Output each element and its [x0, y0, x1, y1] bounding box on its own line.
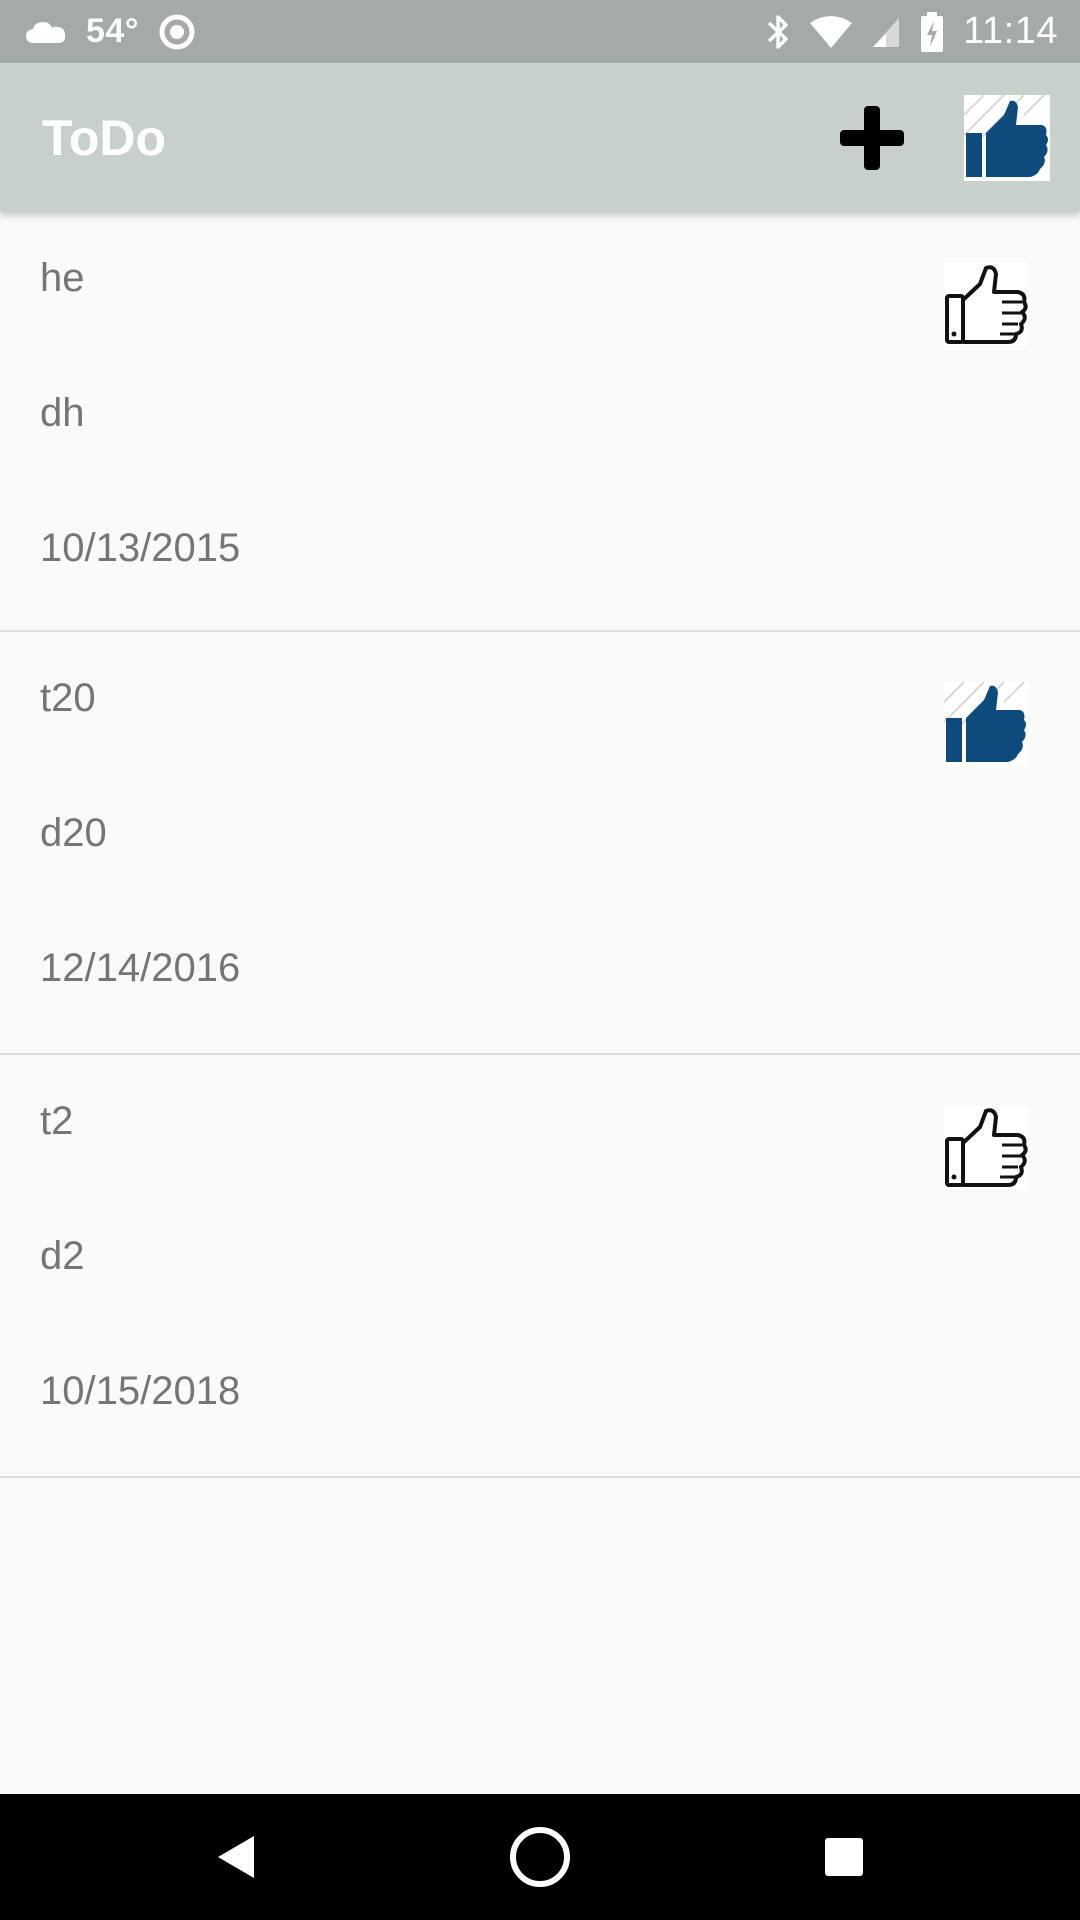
- like-toggle-button[interactable]: [944, 1105, 1028, 1189]
- liked-filter-button[interactable]: [964, 94, 1050, 181]
- thumbs-up-outline-icon: [944, 1105, 1028, 1189]
- todo-item[interactable]: t20 d20 12/14/2016: [0, 632, 1080, 1055]
- bluetooth-icon: [765, 12, 791, 52]
- add-todo-button[interactable]: [836, 102, 908, 174]
- todo-description: d2: [40, 1234, 85, 1278]
- cell-signal-icon: [871, 16, 901, 48]
- temperature-text: 54°: [86, 12, 139, 50]
- todo-item[interactable]: t2 d2 10/15/2018: [0, 1055, 1080, 1478]
- app-bar-actions: [836, 63, 1050, 212]
- wifi-icon: [809, 15, 853, 49]
- thumbs-up-filled-icon: [964, 94, 1050, 181]
- cloud-icon: [24, 19, 68, 45]
- todo-date: 10/13/2015: [40, 526, 241, 570]
- todo-description: d20: [40, 811, 107, 855]
- like-toggle-button[interactable]: [943, 681, 1028, 766]
- todo-title: he: [40, 256, 85, 300]
- todo-title: t20: [40, 676, 96, 720]
- thumbs-up-outline-icon: [944, 262, 1028, 346]
- app-title: ToDo: [42, 109, 167, 166]
- todo-item[interactable]: he dh 10/13/2015: [0, 212, 1080, 632]
- status-bar-left: 54°: [24, 12, 197, 52]
- todo-date: 10/15/2018: [40, 1369, 241, 1413]
- plus-icon: [840, 105, 904, 170]
- status-bar-right: 11:14: [765, 10, 1058, 53]
- back-icon: [218, 1836, 254, 1878]
- recents-icon: [825, 1838, 863, 1876]
- like-toggle-button[interactable]: [944, 262, 1028, 346]
- recents-button[interactable]: [784, 1794, 904, 1920]
- todo-title: t2: [40, 1099, 74, 1143]
- todo-description: dh: [40, 391, 85, 435]
- circle-indicator-icon: [157, 12, 197, 52]
- battery-charging-icon: [919, 11, 945, 53]
- clock-text: 11:14: [963, 10, 1058, 52]
- home-button[interactable]: [480, 1794, 600, 1920]
- thumbs-up-filled-icon: [943, 681, 1028, 766]
- status-bar: 54° 11:14: [0, 0, 1080, 63]
- home-icon: [510, 1827, 570, 1887]
- app-bar: ToDo: [0, 63, 1080, 212]
- back-button[interactable]: [177, 1794, 297, 1920]
- todo-list: he dh 10/13/2015 t20 d20 12/14/2016 t2 d…: [0, 212, 1080, 1478]
- navigation-bar: [0, 1794, 1080, 1920]
- todo-date: 12/14/2016: [40, 946, 241, 990]
